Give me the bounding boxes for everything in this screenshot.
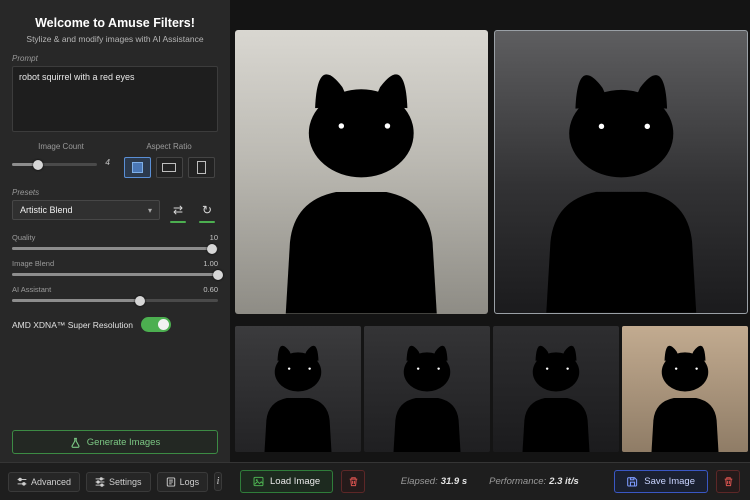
load-image-button[interactable]: Load Image [240,470,334,493]
preset-selected-value: Artistic Blend [20,205,73,215]
ai-assistant-slider[interactable] [12,295,218,306]
slider-knob[interactable] [206,243,217,254]
logs-icon [166,476,175,487]
performance-stat: Performance: 2.3 it/s [489,476,579,487]
image-count-value: 4 [105,157,110,167]
squirrel-astronaut-image [235,41,488,314]
canvas-toolbar: Load Image Elapsed: 31.9 s Performance: 2.… [230,470,750,493]
settings-sliders-icon [95,476,105,487]
shuffle-active-indicator [170,221,186,223]
image-blend-label: Image Blend [12,259,55,268]
advanced-label: Advanced [31,476,72,487]
thumbnail-image [622,331,748,452]
thumbnail-2[interactable] [364,326,490,452]
bottom-bar: Advanced Settings Logs i Load Image Elap… [0,462,750,500]
slider-knob[interactable] [213,269,223,280]
refresh-active-indicator [199,221,215,223]
portrait-aspect-icon [196,161,206,174]
logs-label: Logs [179,476,200,487]
square-aspect-icon [131,162,143,173]
main-workspace [230,0,750,462]
image-count-label: Image Count [38,142,84,151]
slider-knob[interactable] [134,295,145,306]
super-resolution-toggle[interactable] [140,317,171,332]
thumbnail-image [364,331,490,452]
save-image-button[interactable]: Save Image [614,470,708,493]
trash-icon [724,477,732,487]
generate-images-button[interactable]: Generate Images [12,430,218,454]
elapsed-stat: Elapsed: 31.9 s [401,476,467,487]
aspect-landscape-button[interactable] [155,157,183,178]
aspect-square-button[interactable] [123,157,151,178]
image-blend-value: 1.00 [203,259,218,268]
thumbnail-image [493,331,619,452]
quality-label: Quality [12,233,36,242]
thumbnail-3[interactable] [493,326,619,452]
trash-icon [349,477,357,487]
flask-icon [71,437,80,448]
generate-images-label: Generate Images [86,436,161,448]
ai-assistant-value: 0.60 [203,285,218,294]
elapsed-value: 31.9 s [440,476,468,487]
aspect-portrait-button[interactable] [187,157,215,178]
settings-label: Settings [109,476,142,487]
shuffle-icon: ⇄ [172,203,184,217]
presets-row: Artistic Blend ▾ ⇄ ↻ [12,200,218,223]
slider-knob[interactable] [32,159,43,170]
ai-assistant-control: AI Assistant 0.60 [12,285,218,306]
prompt-label: Prompt [12,54,38,63]
ai-assistant-label: AI Assistant [12,285,52,294]
thumbnail-1[interactable] [235,326,361,452]
toggle-knob [157,319,169,330]
info-icon: i [216,476,220,487]
refresh-icon: ↻ [201,203,213,217]
image-comparison-row [235,30,748,314]
run-stats: Elapsed: 31.9 s Performance: 2.3 it/s [401,476,579,487]
advanced-button[interactable]: Advanced [8,471,81,492]
quality-value: 10 [209,233,218,242]
sidebar: Welcome to Amuse Filters! Stylize & and … [0,0,230,462]
info-button[interactable]: i [214,472,222,491]
quality-slider[interactable] [12,243,218,254]
statusbar-left: Advanced Settings Logs i [0,471,230,492]
performance-value: 2.3 it/s [549,476,579,487]
welcome-subtitle: Stylize & and modify images with AI Assi… [26,34,204,44]
results-gallery [235,326,748,452]
super-resolution-label: AMD XDNA™ Super Resolution [12,319,133,330]
presets-label: Presets [12,188,40,197]
app-window: Welcome to Amuse Filters! Stylize & and … [0,0,750,500]
logs-button[interactable]: Logs [156,471,209,492]
result-image-selected[interactable] [493,30,748,314]
settings-button[interactable]: Settings [86,471,151,492]
save-icon [627,477,638,487]
save-image-label: Save Image [644,476,695,487]
count-aspect-row: Image Count 4 Aspect Ratio [12,142,218,178]
delete-result-button[interactable] [716,470,740,493]
refresh-button[interactable]: ↻ [196,200,218,220]
delete-source-button[interactable] [341,470,366,493]
image-blend-control: Image Blend 1.00 [12,259,223,280]
load-image-label: Load Image [270,476,321,487]
thumbnail-4[interactable] [622,326,748,452]
elapsed-label: Elapsed: [400,476,438,487]
image-count-slider[interactable] [12,159,98,170]
source-image[interactable] [235,30,488,314]
sliders-icon [17,477,27,486]
super-resolution-row: AMD XDNA™ Super Resolution [12,317,218,332]
chevron-down-icon: ▾ [147,205,152,215]
shuffle-button[interactable]: ⇄ [167,200,189,220]
thumbnail-image [235,331,361,452]
quality-control: Quality 10 [12,233,218,254]
aspect-ratio-label: Aspect Ratio [146,142,192,151]
presets-dropdown[interactable]: Artistic Blend ▾ [12,200,160,220]
welcome-title: Welcome to Amuse Filters! [35,16,195,30]
robot-squirrel-image [495,42,748,313]
image-icon [253,476,264,487]
image-blend-slider[interactable] [12,269,223,280]
performance-label: Performance: [489,476,547,487]
landscape-aspect-icon [162,163,176,172]
prompt-input[interactable]: robot squirrel with a red eyes [12,66,218,132]
